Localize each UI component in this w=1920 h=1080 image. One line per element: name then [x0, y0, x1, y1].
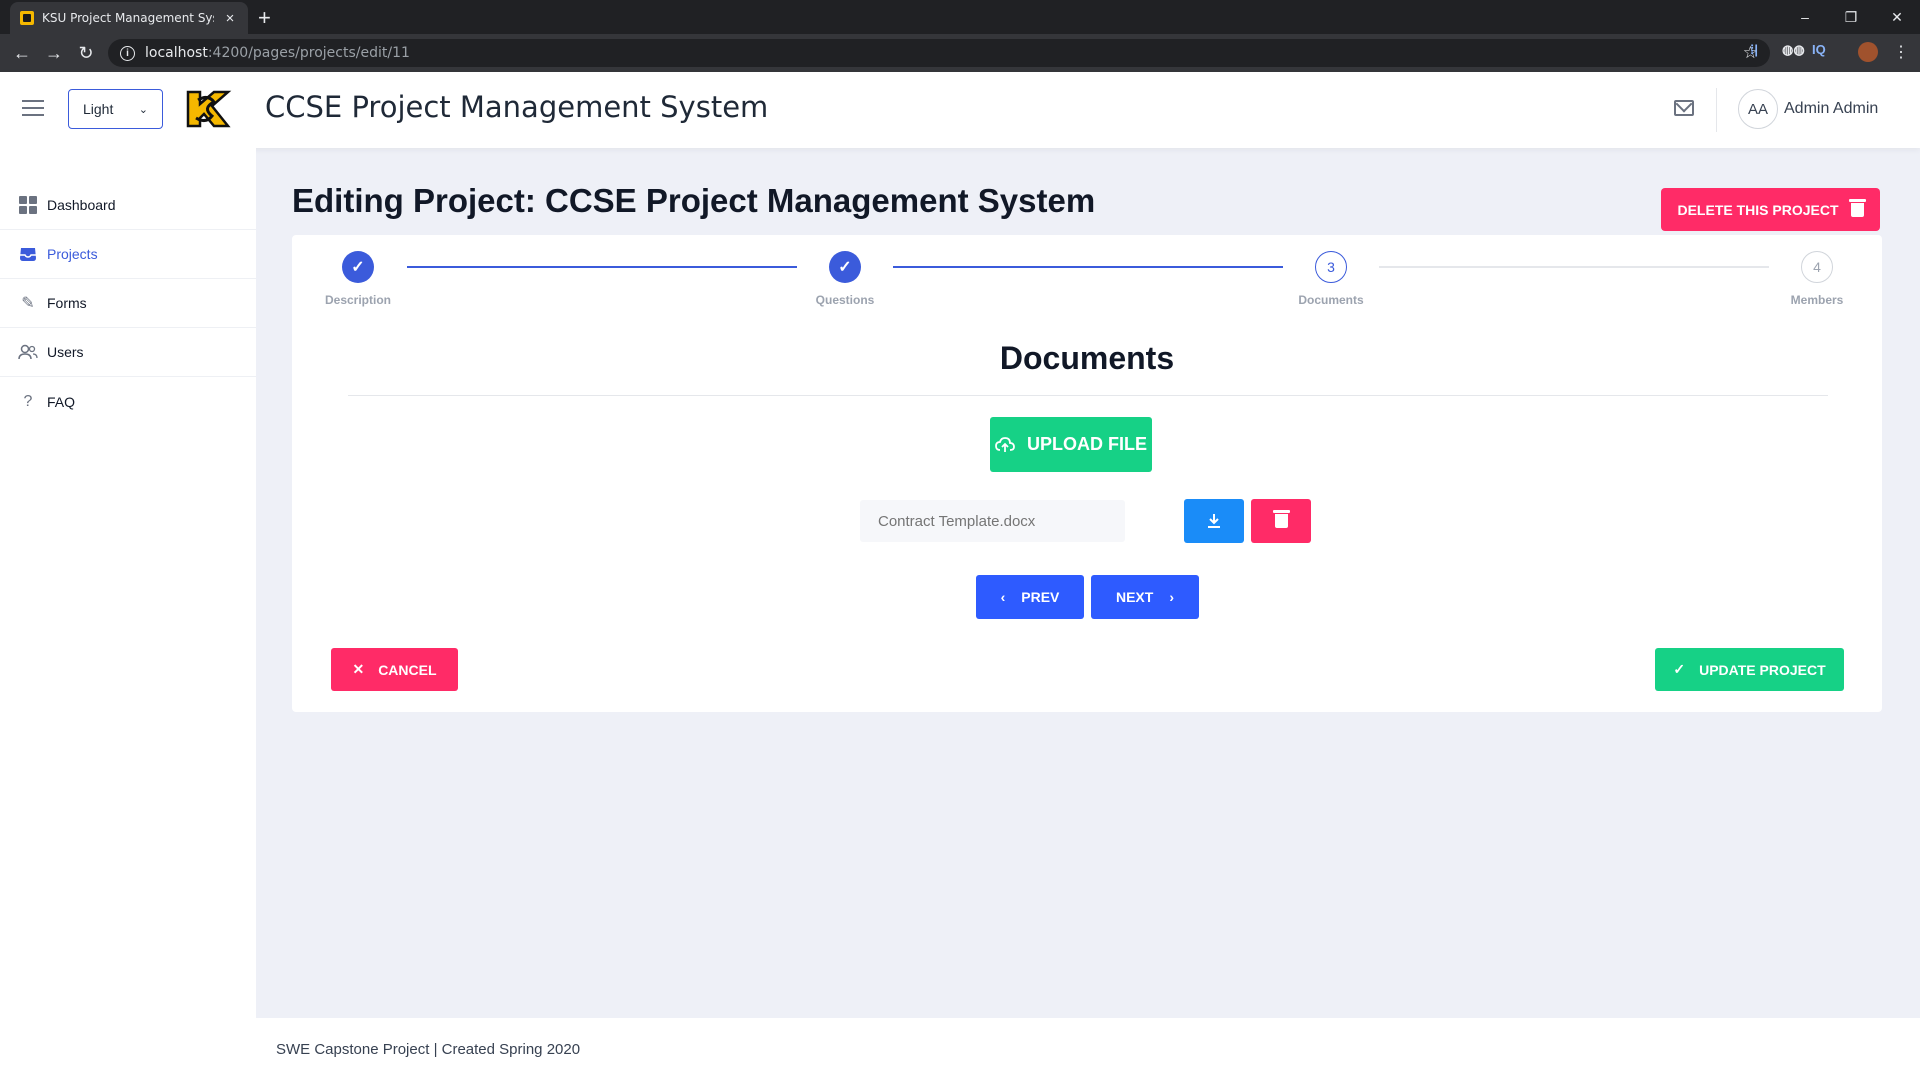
step-number: 4 — [1801, 251, 1833, 283]
cloud-upload-icon — [995, 436, 1015, 452]
step-documents[interactable]: 3 Documents — [1281, 251, 1381, 307]
prev-label: PREV — [1021, 589, 1060, 605]
chevron-down-icon: ⌄ — [138, 103, 148, 116]
minimize-button[interactable]: – — [1782, 4, 1828, 30]
ksu-logo — [186, 90, 232, 128]
update-project-label: UPDATE PROJECT — [1699, 661, 1826, 678]
section-title: Documents — [999, 340, 1175, 376]
theme-select[interactable]: Light ⌄ — [68, 89, 163, 129]
upload-file-button[interactable]: UPLOAD FILE — [990, 417, 1152, 472]
chevron-left-icon: ‹ — [1000, 589, 1006, 605]
pencil-icon: ✎ — [21, 295, 35, 312]
close-icon: ✕ — [352, 661, 365, 677]
delete-project-label: DELETE THIS PROJECT — [1677, 201, 1839, 218]
users-icon — [18, 342, 38, 362]
delete-file-button[interactable] — [1251, 499, 1311, 543]
profile-avatar[interactable] — [1858, 42, 1878, 62]
download-file-button[interactable] — [1184, 499, 1244, 543]
step-connector-2 — [893, 266, 1283, 268]
address-bar[interactable]: i localhost:4200/pages/projects/edit/11 … — [108, 39, 1770, 67]
extension-3-icon[interactable]: IQ — [1812, 42, 1826, 57]
next-label: NEXT — [1115, 589, 1154, 605]
browser-tab[interactable]: KSU Project Management System × — [10, 2, 248, 34]
mail-icon[interactable] — [1674, 100, 1694, 116]
prev-button[interactable]: ‹ PREV — [976, 575, 1084, 619]
app-title: CCSE Project Management System — [265, 90, 769, 124]
step-questions[interactable]: ✓ Questions — [795, 251, 895, 307]
step-label: Members — [1790, 293, 1844, 307]
restore-button[interactable]: ❐ — [1828, 4, 1874, 30]
footer: SWE Capstone Project | Created Spring 20… — [256, 1018, 1920, 1080]
header-divider — [1716, 88, 1717, 132]
sidebar-item-projects[interactable]: Projects — [0, 230, 256, 279]
footer-text: SWE Capstone Project | Created Spring 20… — [276, 1040, 581, 1058]
sidebar-item-label: Users — [47, 344, 84, 360]
new-tab-button[interactable]: + — [258, 5, 271, 31]
page-title: Editing Project: CCSE Project Management… — [292, 182, 1096, 219]
back-button[interactable]: ← — [6, 43, 38, 64]
inbox-icon — [18, 244, 38, 264]
check-icon: ✓ — [342, 251, 374, 283]
check-icon: ✓ — [1673, 661, 1686, 677]
url-path: :4200/pages/projects/edit/11 — [207, 45, 410, 61]
avatar[interactable]: AA — [1738, 89, 1778, 129]
step-description[interactable]: ✓ Description — [308, 251, 408, 307]
sidebar-item-label: Forms — [47, 295, 87, 311]
step-connector-1 — [407, 266, 797, 268]
check-icon: ✓ — [829, 251, 861, 283]
browser-tab-bar: KSU Project Management System × + – ❐ ✕ — [0, 0, 1920, 34]
ksu-favicon-icon — [20, 11, 34, 25]
sidebar-item-users[interactable]: Users — [0, 328, 256, 377]
forward-button[interactable]: → — [38, 43, 70, 64]
step-members[interactable]: 4 Members — [1767, 251, 1867, 307]
tab-title: KSU Project Management System — [42, 11, 214, 25]
project-edit-card: ✓ Description ✓ Questions 3 Documents 4 … — [292, 235, 1882, 712]
url-host: localhost — [145, 45, 208, 61]
step-label: Questions — [815, 293, 875, 307]
theme-select-value: Light — [83, 101, 114, 117]
download-icon — [1208, 514, 1220, 528]
dashboard-icon — [18, 195, 38, 215]
user-name[interactable]: Admin Admin — [1784, 100, 1878, 118]
sidebar-item-label: Dashboard — [47, 197, 116, 213]
reload-button[interactable]: ↻ — [70, 43, 102, 64]
extension-1-icon[interactable]: ⁞| — [1750, 42, 1758, 57]
delete-project-button[interactable]: DELETE THIS PROJECT — [1661, 188, 1880, 231]
tab-close-icon[interactable]: × — [222, 10, 238, 27]
close-window-button[interactable]: ✕ — [1874, 4, 1920, 30]
sidebar-item-faq[interactable]: ? FAQ — [0, 377, 256, 426]
cancel-button[interactable]: ✕ CANCEL — [331, 648, 458, 691]
step-number: 3 — [1315, 251, 1347, 283]
next-button[interactable]: NEXT › — [1091, 575, 1199, 619]
file-name-field[interactable] — [860, 500, 1125, 542]
step-label: Documents — [1298, 293, 1364, 307]
sidebar-item-label: Projects — [47, 246, 98, 262]
app-header: Light ⌄ CCSE Project Management System A… — [0, 72, 1920, 148]
trash-icon — [1848, 198, 1866, 217]
sidebar: Dashboard Projects ✎ Forms Users ? FAQ — [0, 148, 256, 1080]
question-icon: ? — [23, 392, 33, 410]
extension-2-icon[interactable]: ◍◍ — [1782, 42, 1805, 58]
divider — [348, 395, 1828, 396]
trash-icon — [1272, 510, 1290, 528]
sidebar-item-forms[interactable]: ✎ Forms — [0, 279, 256, 328]
chevron-right-icon: › — [1169, 589, 1174, 605]
update-project-button[interactable]: ✓ UPDATE PROJECT — [1655, 648, 1844, 691]
sidebar-item-dashboard[interactable]: Dashboard — [0, 181, 256, 230]
upload-file-label: UPLOAD FILE — [1027, 434, 1147, 454]
menu-toggle-icon[interactable] — [22, 100, 44, 121]
site-info-icon[interactable]: i — [120, 45, 135, 61]
step-label: Description — [324, 293, 391, 307]
browser-menu-icon[interactable]: ⋮ — [1893, 42, 1909, 62]
cancel-label: CANCEL — [378, 661, 437, 678]
step-connector-3 — [1379, 266, 1769, 268]
window-controls: – ❐ ✕ — [1782, 4, 1920, 30]
browser-toolbar: ← → ↻ i localhost:4200/pages/projects/ed… — [0, 34, 1920, 72]
sidebar-item-label: FAQ — [47, 393, 76, 410]
